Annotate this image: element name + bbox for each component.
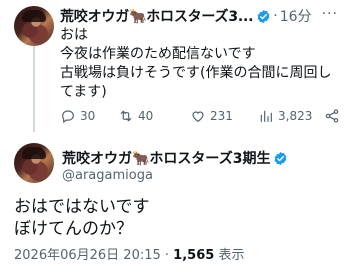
tweet-body: おはではないです ぼけてんのか？ [14, 196, 150, 240]
repost-icon [120, 110, 132, 122]
share-button[interactable] [324, 108, 340, 124]
user-handle[interactable]: @aragamioga [62, 168, 153, 183]
verified-badge-icon [257, 9, 270, 23]
avatar[interactable] [14, 143, 54, 183]
views-chart-icon [260, 110, 272, 122]
like-button[interactable]: 231 [190, 108, 233, 124]
reply-button[interactable]: 30 [60, 108, 95, 124]
separator-dot: · [273, 8, 278, 24]
reply-icon [62, 110, 74, 124]
reply-line: てます) [60, 84, 107, 100]
repost-button[interactable]: 40 [118, 108, 153, 124]
reply-header: 荒咬オウガ🐂ホロスターズ3... · 16分 ··· [60, 6, 340, 26]
share-icon [325, 109, 339, 123]
tweet-line: おはではないです [14, 197, 150, 217]
views-count: 1,565 [173, 248, 215, 263]
separator-dot: · [164, 248, 174, 263]
heart-icon [192, 111, 204, 123]
more-options-icon[interactable]: ··· [322, 6, 338, 22]
tweet-line: ぼけてんのか？ [14, 219, 133, 239]
tweet-header: 荒咬オウガ🐂ホロスターズ3期生 [62, 148, 288, 168]
action-bar: 30 40 231 3,823 [60, 108, 344, 128]
reply-line: 今夜は作業のため配信ないです [60, 46, 256, 62]
like-count: 231 [210, 109, 233, 123]
views-label: 表示 [218, 248, 245, 263]
views-button[interactable]: 3,823 [258, 108, 312, 124]
display-name[interactable]: 荒咬オウガ🐂ホロスターズ3... [60, 6, 253, 26]
views-count: 3,823 [278, 109, 313, 123]
timestamp[interactable]: 16分 [280, 6, 312, 26]
repost-count: 40 [138, 109, 154, 123]
tweet-meta: 2026年06月26日 20:15 · 1,565 表示 [14, 244, 244, 263]
reply-count: 30 [80, 109, 96, 123]
verified-badge-icon [275, 151, 287, 165]
reply-line: おは [60, 27, 88, 43]
display-name[interactable]: 荒咬オウガ🐂ホロスターズ3期生 [62, 148, 270, 168]
tweet-timestamp[interactable]: 2026年06月26日 20:15 [14, 248, 161, 263]
reply-body: おは 今夜は作業のため配信ないです 古戦場は負けそうです(作業の合間に周回し て… [60, 26, 344, 102]
thread-connector-line [33, 46, 35, 132]
avatar[interactable] [14, 6, 54, 46]
reply-line: 古戦場は負けそうです(作業の合間に周回し [60, 65, 332, 81]
